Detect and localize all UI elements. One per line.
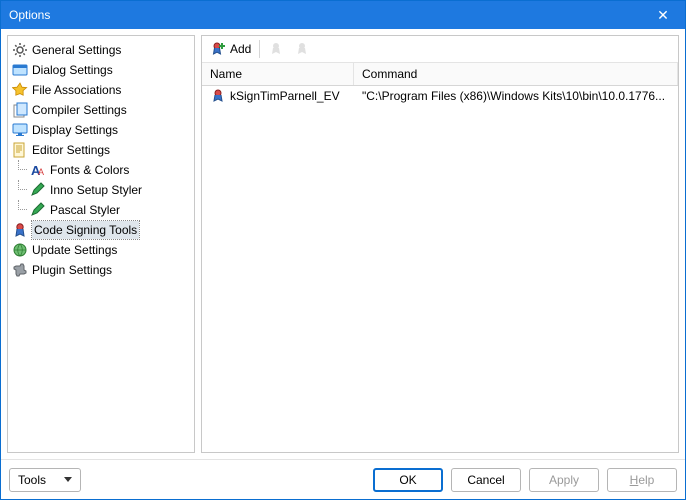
category-tree[interactable]: General Settings Dialog Settings File As… — [7, 35, 195, 453]
tree-item-compiler[interactable]: Compiler Settings — [10, 100, 192, 120]
tree-item-plugin[interactable]: Plugin Settings — [10, 260, 192, 280]
plugin-icon — [12, 262, 28, 278]
tree-item-label: Editor Settings — [32, 141, 110, 159]
column-command[interactable]: Command — [354, 63, 678, 85]
cell-name: kSignTimParnell_EV — [202, 88, 354, 104]
tree-item-label: Code Signing Tools — [32, 221, 139, 239]
help-button[interactable]: Help — [607, 468, 677, 492]
dialog-icon — [12, 62, 28, 78]
tree-item-label: Fonts & Colors — [50, 161, 129, 179]
titlebar: Options ✕ — [1, 1, 685, 29]
tree-item-dialog[interactable]: Dialog Settings — [10, 60, 192, 80]
pen-icon — [30, 202, 46, 218]
signing-tools-panel: Add Name Command — [201, 35, 679, 453]
options-window: Options ✕ General Settings Dialog Settin… — [0, 0, 686, 500]
tree-item-fonts-colors[interactable]: AA Fonts & Colors — [10, 160, 192, 180]
delete-button — [292, 40, 312, 58]
body: General Settings Dialog Settings File As… — [1, 29, 685, 459]
sign-icon — [12, 222, 28, 238]
tree-item-label: Display Settings — [32, 121, 118, 139]
cell-name-text: kSignTimParnell_EV — [230, 89, 340, 103]
add-button-label: Add — [230, 42, 251, 56]
add-sign-icon — [210, 41, 226, 57]
list-header: Name Command — [202, 63, 678, 86]
compiler-icon — [12, 102, 28, 118]
ok-button[interactable]: OK — [373, 468, 443, 492]
gear-icon — [12, 42, 28, 58]
sign-icon — [210, 88, 226, 104]
add-button[interactable]: Add — [208, 40, 253, 58]
delete-icon — [294, 41, 310, 57]
window-title: Options — [9, 8, 649, 22]
close-icon[interactable]: ✕ — [649, 7, 677, 24]
help-rest: elp — [638, 473, 654, 487]
column-name[interactable]: Name — [202, 63, 354, 85]
apply-button[interactable]: Apply — [529, 468, 599, 492]
tree-item-label: Inno Setup Styler — [50, 181, 142, 199]
pen-icon — [30, 182, 46, 198]
fonts-icon: AA — [30, 162, 46, 178]
tree-item-inno-styler[interactable]: Inno Setup Styler — [10, 180, 192, 200]
tree-item-label: Plugin Settings — [32, 261, 112, 279]
footer: Tools OK Cancel Apply Help — [1, 459, 685, 499]
tree-item-update[interactable]: Update Settings — [10, 240, 192, 260]
tree-item-label: Pascal Styler — [50, 201, 120, 219]
star-icon — [12, 82, 28, 98]
edit-icon — [268, 41, 284, 57]
tree-item-label: Dialog Settings — [32, 61, 113, 79]
list-body[interactable]: kSignTimParnell_EV "C:\Program Files (x8… — [202, 86, 678, 452]
display-icon — [12, 122, 28, 138]
tree-item-editor[interactable]: Editor Settings — [10, 140, 192, 160]
tree-item-label: Update Settings — [32, 241, 117, 259]
cell-command: "C:\Program Files (x86)\Windows Kits\10\… — [354, 89, 678, 103]
tree-item-label: Compiler Settings — [32, 101, 127, 119]
editor-icon — [12, 142, 28, 158]
separator — [259, 40, 260, 58]
cancel-button[interactable]: Cancel — [451, 468, 521, 492]
list-row[interactable]: kSignTimParnell_EV "C:\Program Files (x8… — [202, 86, 678, 106]
tree-item-general[interactable]: General Settings — [10, 40, 192, 60]
tree-item-label: General Settings — [32, 41, 121, 59]
globe-icon — [12, 242, 28, 258]
tools-dropdown[interactable]: Tools — [9, 468, 81, 492]
svg-text:A: A — [38, 167, 44, 177]
chevron-down-icon — [64, 477, 72, 482]
tree-item-display[interactable]: Display Settings — [10, 120, 192, 140]
tree-item-code-signing[interactable]: Code Signing Tools — [10, 220, 192, 240]
tools-label: Tools — [18, 473, 46, 487]
tree-item-label: File Associations — [32, 81, 121, 99]
toolbar: Add — [202, 36, 678, 63]
edit-button — [266, 40, 286, 58]
tree-item-file-assoc[interactable]: File Associations — [10, 80, 192, 100]
tree-item-pascal-styler[interactable]: Pascal Styler — [10, 200, 192, 220]
